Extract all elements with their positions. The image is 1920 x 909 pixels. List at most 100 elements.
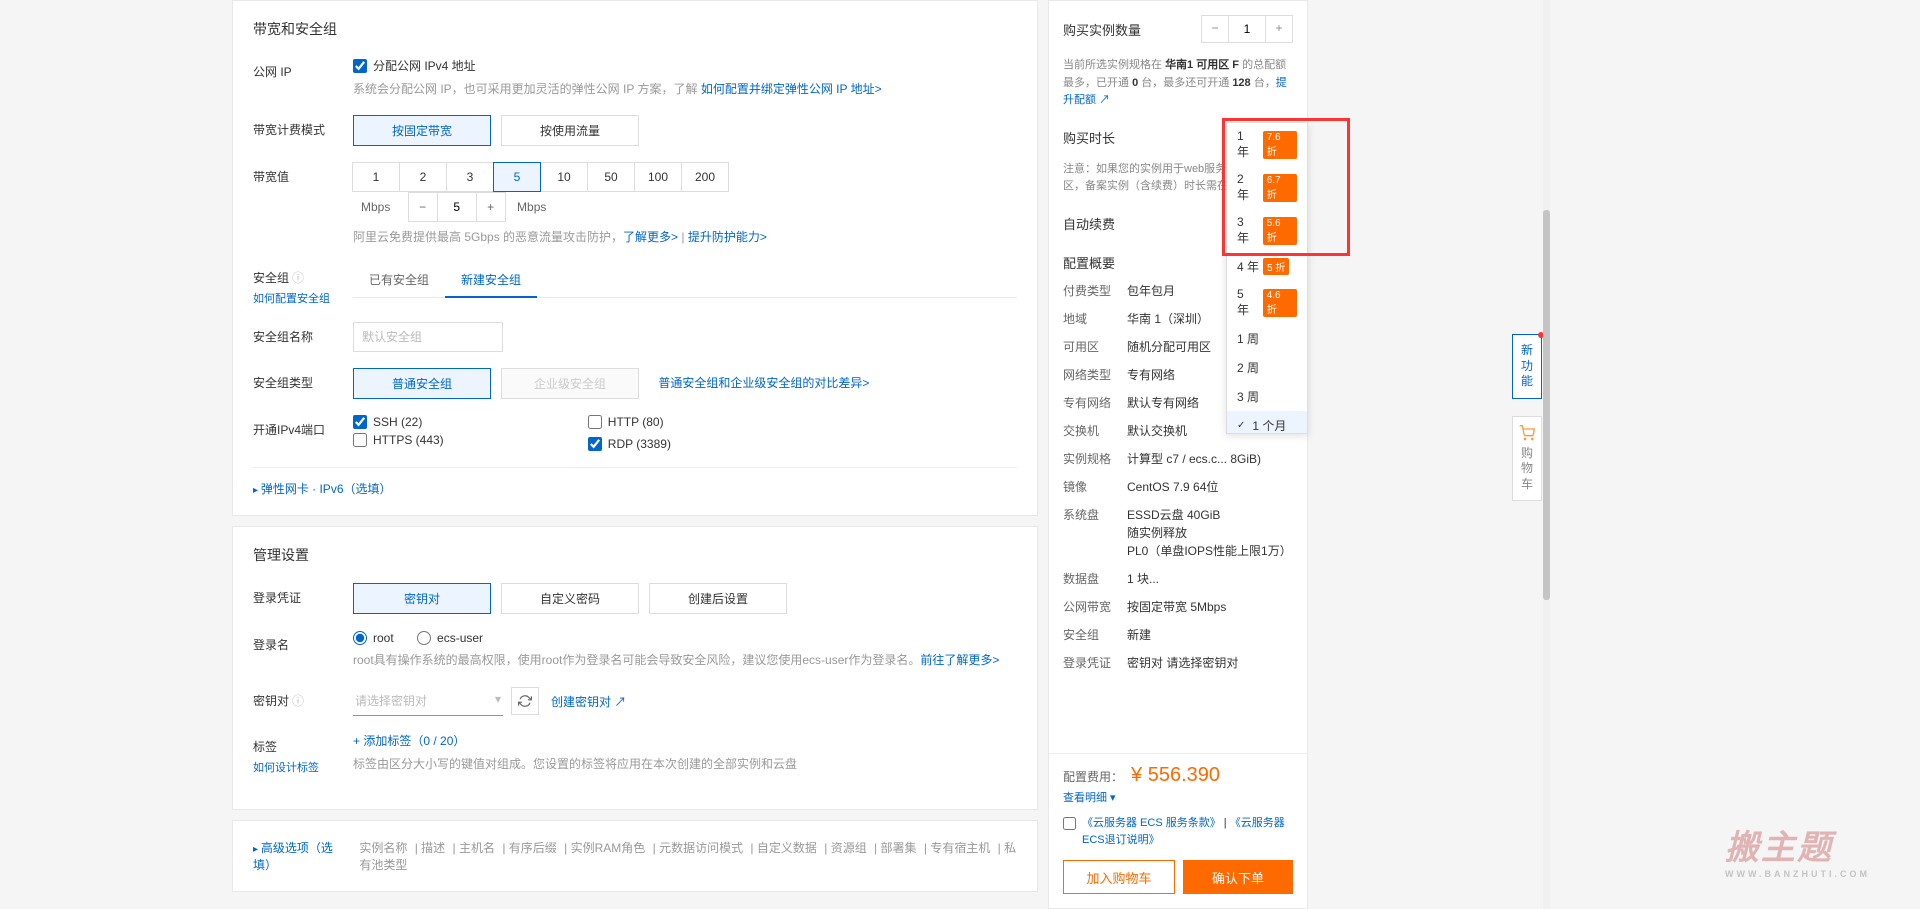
sg-type-label: 安全组类型: [253, 368, 353, 391]
refresh-button[interactable]: [511, 687, 539, 715]
tags-label: 标签 如何设计标签: [253, 732, 353, 775]
port-http-checkbox[interactable]: HTTP (80): [588, 415, 773, 429]
qty-stepper[interactable]: − +: [1201, 15, 1293, 43]
terms-ecs-link[interactable]: 《云服务器 ECS 服务条款》: [1082, 817, 1221, 829]
ddos-upgrade-link[interactable]: 提升防护能力>: [688, 230, 767, 244]
login-name-label: 登录名: [253, 630, 353, 653]
help-icon[interactable]: ⓘ: [292, 271, 304, 285]
login-root-radio[interactable]: root: [353, 631, 394, 645]
elastic-nic-toggle[interactable]: 弹性网卡 · IPv6（选填）: [253, 482, 392, 496]
bw-unit: Mbps: [361, 200, 390, 214]
bw-preset-100[interactable]: 100: [634, 162, 682, 192]
mgmt-card: 管理设置 登录凭证 密钥对 自定义密码 创建后设置 登录名 root ecs-u…: [232, 526, 1038, 810]
advanced-tags: 实例名称 | 描述 | 主机名 | 有序后缀 | 实例RAM角色 | 元数据访问…: [359, 839, 1017, 873]
port-rdp-checkbox[interactable]: RDP (3389): [588, 437, 773, 451]
advanced-card: 高级选项（选填） 实例名称 | 描述 | 主机名 | 有序后缀 | 实例RAM角…: [232, 820, 1038, 892]
keypair-label: 密钥对ⓘ: [253, 686, 353, 709]
sg-name-input[interactable]: [353, 322, 503, 352]
scrollbar[interactable]: [1543, 0, 1550, 909]
login-name-more-link[interactable]: 前往了解更多>: [920, 653, 999, 667]
bw-stepper[interactable]: − +: [408, 192, 506, 222]
bw-minus-button[interactable]: −: [409, 193, 437, 221]
duration-option[interactable]: 1 年7.6 折: [1227, 123, 1307, 166]
duration-option[interactable]: 5 年4.6 折: [1227, 281, 1307, 324]
qty-minus-button[interactable]: −: [1202, 16, 1228, 42]
login-name-hint: root具有操作系统的最高权限，使用root作为登录名可能会导致安全风险，建议您…: [353, 651, 1017, 670]
section-title: 管理设置: [253, 545, 1017, 565]
duration-dropdown[interactable]: 1 年7.6 折2 年6.7 折3 年5.6 折4 年5 折5 年4.6 折1 …: [1226, 122, 1308, 434]
cred-later-option[interactable]: 创建后设置: [649, 583, 787, 614]
port-ssh-checkbox[interactable]: SSH (22): [353, 415, 538, 429]
duration-option[interactable]: 4 年5 折: [1227, 252, 1307, 281]
confirm-order-button[interactable]: 确认下单: [1183, 860, 1293, 894]
qty-plus-button[interactable]: +: [1266, 16, 1292, 42]
bw-value-label: 带宽值: [253, 162, 353, 185]
duration-option[interactable]: 2 周: [1227, 353, 1307, 382]
duration-title: 购买时长: [1063, 128, 1115, 147]
duration-option[interactable]: 1 个月: [1227, 411, 1307, 434]
keypair-select[interactable]: 请选择密钥对▾: [353, 686, 503, 716]
tab-new-sg[interactable]: 新建安全组: [445, 263, 537, 298]
help-icon[interactable]: ⓘ: [292, 694, 304, 708]
terms-checkbox[interactable]: [1063, 817, 1076, 830]
public-ip-hint: 系统会分配公网 IP，也可采用更加灵活的弹性公网 IP 方案，了解 如何配置并绑…: [353, 80, 1017, 99]
sg-type-enterprise: 企业级安全组: [501, 368, 639, 399]
summary-row: 系统盘ESSD云盘 40GiB随实例释放PL0（单盘IOPS性能上限1万）: [1063, 506, 1293, 560]
summary-row: 公网带宽按固定带宽 5Mbps: [1063, 598, 1293, 616]
advanced-toggle[interactable]: 高级选项（选填）: [253, 839, 349, 873]
bw-preset-5[interactable]: 5: [493, 162, 541, 192]
bw-unit-2: Mbps: [517, 200, 546, 214]
login-cred-label: 登录凭证: [253, 583, 353, 606]
create-keypair-link[interactable]: 创建密钥对 ↗: [551, 693, 626, 710]
summary-row: 安全组新建: [1063, 626, 1293, 644]
qty-hint: 当前所选实例规格在 华南1 可用区 F 的总配额最多，已开通 0 台，最多还可开…: [1063, 57, 1293, 110]
port-https-checkbox[interactable]: HTTPS (443): [353, 429, 538, 451]
assign-public-ip-checkbox[interactable]: 分配公网 IPv4 地址: [353, 57, 476, 74]
sg-type-normal[interactable]: 普通安全组: [353, 368, 491, 399]
qty-input[interactable]: [1228, 16, 1266, 42]
bw-preset-2[interactable]: 2: [399, 162, 447, 192]
bw-charge-label: 带宽计费模式: [253, 115, 353, 138]
main-form: 带宽和安全组 公网 IP 分配公网 IPv4 地址 系统会分配公网 IP，也可采…: [232, 0, 1038, 909]
auto-renew-title: 自动续费: [1063, 217, 1115, 232]
bw-input[interactable]: [437, 193, 477, 221]
duration-option[interactable]: 1 周: [1227, 324, 1307, 353]
bw-preset-10[interactable]: 10: [540, 162, 588, 192]
bw-usage-option[interactable]: 按使用流量: [501, 115, 639, 146]
sg-config-doc-link[interactable]: 如何配置安全组: [253, 293, 330, 305]
bw-preset-group: 12351050100200: [353, 162, 1017, 192]
add-to-cart-button[interactable]: 加入购物车: [1063, 860, 1175, 894]
sg-type-compare-link[interactable]: 普通安全组和企业级安全组的对比差异>: [658, 376, 869, 390]
ddos-more-link[interactable]: 了解更多>: [623, 230, 678, 244]
cred-password-option[interactable]: 自定义密码: [501, 583, 639, 614]
bw-preset-200[interactable]: 200: [681, 162, 729, 192]
duration-option[interactable]: 3 周: [1227, 382, 1307, 411]
add-tag-button[interactable]: + 添加标签（0 / 20）: [353, 734, 465, 748]
ports-label: 开通IPv4端口: [253, 415, 353, 438]
tags-doc-link[interactable]: 如何设计标签: [253, 762, 319, 774]
tab-existing-sg[interactable]: 已有安全组: [353, 263, 445, 297]
price-label: 配置费用：: [1063, 768, 1123, 785]
qty-title: 购买实例数量: [1063, 20, 1141, 39]
view-detail-link[interactable]: 查看明细 ▾: [1063, 789, 1293, 805]
bw-preset-50[interactable]: 50: [587, 162, 635, 192]
new-features-button[interactable]: 新功能: [1512, 334, 1542, 399]
bw-hint: 阿里云免费提供最高 5Gbps 的恶意流量攻击防护，了解更多> | 提升防护能力…: [353, 228, 1017, 247]
bw-preset-1[interactable]: 1: [352, 162, 400, 192]
cred-keypair-option[interactable]: 密钥对: [353, 583, 491, 614]
bw-plus-button[interactable]: +: [477, 193, 505, 221]
eip-doc-link[interactable]: 如何配置并绑定弹性公网 IP 地址>: [701, 82, 882, 96]
chevron-down-icon: ▾: [495, 692, 501, 709]
watermark: 搬主题WWW.BANZHUTI.COM: [1725, 820, 1870, 879]
summary-row: 实例规格计算型 c7 / ecs.c... 8GiB): [1063, 450, 1293, 468]
price-value: ¥ 556.390: [1131, 764, 1220, 787]
cart-button[interactable]: 购物车: [1512, 416, 1542, 501]
login-ecsuser-radio[interactable]: ecs-user: [417, 631, 483, 645]
scrollbar-thumb[interactable]: [1543, 210, 1550, 600]
duration-option[interactable]: 3 年5.6 折: [1227, 209, 1307, 252]
bw-fixed-option[interactable]: 按固定带宽: [353, 115, 491, 146]
bw-preset-3[interactable]: 3: [446, 162, 494, 192]
duration-option[interactable]: 2 年6.7 折: [1227, 166, 1307, 209]
public-ip-label: 公网 IP: [253, 57, 353, 80]
footer: 配置费用： ¥ 556.390 查看明细 ▾ 《云服务器 ECS 服务条款》 |…: [1049, 753, 1307, 908]
